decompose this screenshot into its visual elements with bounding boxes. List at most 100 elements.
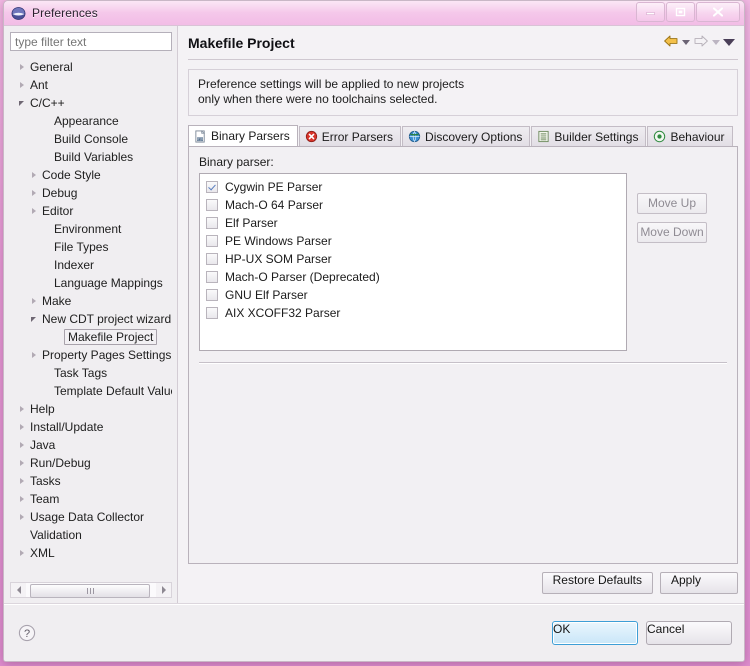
page-action-buttons: Restore Defaults Apply	[188, 572, 738, 603]
ok-button[interactable]: OK	[552, 620, 638, 645]
close-button[interactable]	[696, 2, 740, 22]
tree-item-code-style[interactable]: Code Style	[10, 166, 172, 184]
tree-item-label: Help	[30, 402, 55, 416]
tree-item-java[interactable]: Java	[10, 436, 172, 454]
help-question-icon[interactable]: ?	[18, 624, 36, 642]
chevron-right-icon[interactable]	[27, 352, 40, 358]
chevron-right-icon[interactable]	[27, 172, 40, 178]
restore-button[interactable]	[666, 2, 695, 22]
checkbox-unchecked-icon[interactable]	[206, 289, 218, 301]
tree-item-install-update[interactable]: Install/Update	[10, 418, 172, 436]
preferences-sidebar: General Ant C/C++ Appearance Build Console Bu…	[4, 26, 178, 603]
apply-button[interactable]: Apply	[660, 572, 738, 594]
triangle-right-icon	[31, 190, 36, 196]
tree-item-property-pages-settings[interactable]: Property Pages Settings	[10, 346, 172, 364]
scroll-left-button[interactable]	[11, 583, 26, 597]
move-down-button[interactable]: Move Down	[637, 222, 707, 243]
triangle-left-icon	[16, 586, 21, 594]
tab-behaviour[interactable]: Behaviour	[647, 126, 733, 146]
checkbox-unchecked-icon[interactable]	[206, 307, 218, 319]
tree-item-run-debug[interactable]: Run/Debug	[10, 454, 172, 472]
cancel-button[interactable]: Cancel	[646, 620, 732, 645]
chevron-right-icon[interactable]	[15, 478, 28, 484]
triangle-right-icon	[19, 424, 24, 430]
tree-item-usage-data-collector[interactable]: Usage Data Collector	[10, 508, 172, 526]
chevron-down-icon[interactable]	[15, 100, 28, 106]
page-menu-chevron-down-icon[interactable]	[723, 39, 735, 46]
binary-parser-list[interactable]: Cygwin PE Parser Mach-O 64 Parser Elf Pars…	[199, 173, 627, 351]
restore-defaults-button[interactable]: Restore Defaults	[541, 572, 653, 594]
parser-row[interactable]: Mach-O 64 Parser	[206, 196, 626, 214]
tree-item-environment[interactable]: Environment	[10, 220, 172, 238]
back-arrow-icon[interactable]	[663, 34, 679, 51]
tab-binary-parsers[interactable]: 010 Binary Parsers	[188, 125, 298, 146]
tree-item-editor[interactable]: Editor	[10, 202, 172, 220]
tree-item-makefile-project[interactable]: Makefile Project	[10, 328, 172, 346]
scrollbar-thumb[interactable]	[30, 584, 150, 598]
chevron-down-icon[interactable]	[27, 316, 40, 322]
tree-item-language-mappings[interactable]: Language Mappings	[10, 274, 172, 292]
filter-input[interactable]	[10, 32, 172, 51]
chevron-right-icon[interactable]	[15, 82, 28, 88]
globe-icon	[408, 130, 421, 143]
tab-builder-settings[interactable]: Builder Settings	[531, 126, 647, 146]
tab-error-parsers[interactable]: Error Parsers	[298, 126, 402, 146]
scrollbar-track[interactable]	[26, 583, 156, 598]
tree-item-indexer[interactable]: Indexer	[10, 256, 172, 274]
tree-item-ant[interactable]: Ant	[10, 76, 172, 94]
minimize-button[interactable]	[636, 2, 665, 22]
checkbox-unchecked-icon[interactable]	[206, 271, 218, 283]
parser-row[interactable]: Cygwin PE Parser	[206, 178, 626, 196]
chevron-right-icon[interactable]	[15, 460, 28, 466]
chevron-right-icon[interactable]	[27, 190, 40, 196]
checkbox-checked-icon[interactable]	[206, 181, 218, 193]
chevron-right-icon[interactable]	[15, 424, 28, 430]
tree-horizontal-scrollbar[interactable]	[10, 582, 172, 598]
tree-item-validation[interactable]: Validation	[10, 526, 172, 544]
chevron-right-icon[interactable]	[15, 550, 28, 556]
tab-discovery-options[interactable]: Discovery Options	[402, 126, 531, 146]
chevron-right-icon[interactable]	[15, 514, 28, 520]
tree-item-team[interactable]: Team	[10, 490, 172, 508]
tree-item-build-console[interactable]: Build Console	[10, 130, 172, 148]
back-history-chevron-down-icon[interactable]	[682, 40, 690, 45]
tree-item-tasks[interactable]: Tasks	[10, 472, 172, 490]
tree-item-make[interactable]: Make	[10, 292, 172, 310]
chevron-right-icon[interactable]	[15, 496, 28, 502]
tree-item-new-cdt-project-wizard[interactable]: New CDT project wizard	[10, 310, 172, 328]
tree-item-appearance[interactable]: Appearance	[10, 112, 172, 130]
chevron-right-icon[interactable]	[27, 298, 40, 304]
checkbox-unchecked-icon[interactable]	[206, 235, 218, 247]
tree-item-xml[interactable]: XML	[10, 544, 172, 562]
tree-item-c-c[interactable]: C/C++	[10, 94, 172, 112]
tree-item-general[interactable]: General	[10, 58, 172, 76]
scroll-right-button[interactable]	[156, 583, 171, 597]
tree-item-task-tags[interactable]: Task Tags	[10, 364, 172, 382]
parser-row[interactable]: PE Windows Parser	[206, 232, 626, 250]
tree-item-label: Editor	[42, 204, 74, 218]
chevron-right-icon[interactable]	[15, 64, 28, 70]
checkbox-unchecked-icon[interactable]	[206, 199, 218, 211]
page-title: Makefile Project	[188, 34, 295, 51]
tree-item-label: Property Pages Settings	[42, 348, 172, 362]
parser-row[interactable]: Mach-O Parser (Deprecated)	[206, 268, 626, 286]
checkbox-unchecked-icon[interactable]	[206, 217, 218, 229]
tree-item-template-default-value[interactable]: Template Default Value	[10, 382, 172, 400]
parser-label: Cygwin PE Parser	[225, 180, 323, 194]
parser-row[interactable]: HP-UX SOM Parser	[206, 250, 626, 268]
checkbox-unchecked-icon[interactable]	[206, 253, 218, 265]
tree-item-help[interactable]: Help	[10, 400, 172, 418]
tree-item-build-variables[interactable]: Build Variables	[10, 148, 172, 166]
tree-item-label: Template Default Value	[54, 384, 172, 398]
parser-row[interactable]: GNU Elf Parser	[206, 286, 626, 304]
preferences-tree[interactable]: General Ant C/C++ Appearance Build Console Bu…	[10, 58, 172, 582]
chevron-right-icon[interactable]	[15, 442, 28, 448]
tree-item-debug[interactable]: Debug	[10, 184, 172, 202]
parser-row[interactable]: AIX XCOFF32 Parser	[206, 304, 626, 322]
tree-item-file-types[interactable]: File Types	[10, 238, 172, 256]
parser-row[interactable]: Elf Parser	[206, 214, 626, 232]
chevron-right-icon[interactable]	[27, 208, 40, 214]
chevron-right-icon[interactable]	[15, 406, 28, 412]
move-up-button[interactable]: Move Up	[637, 193, 707, 214]
preferences-dialog: Preferences Ge	[3, 0, 745, 662]
